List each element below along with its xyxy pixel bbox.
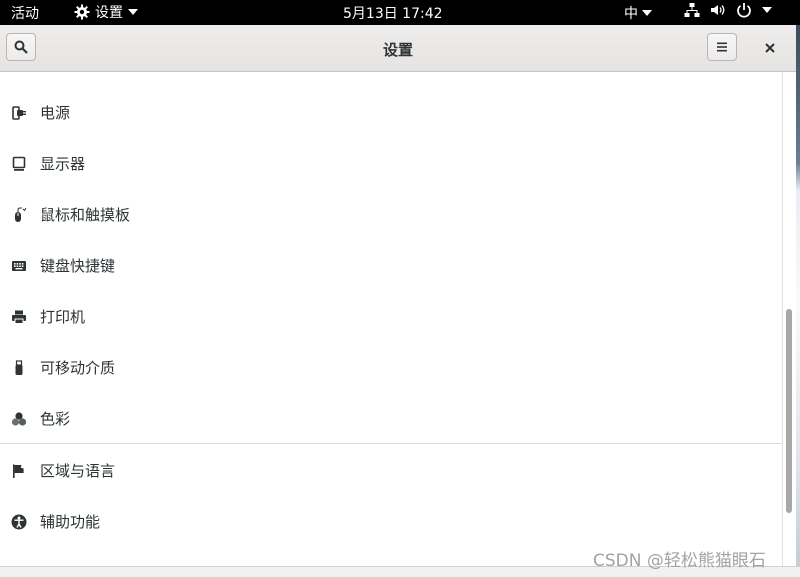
section-divider — [0, 443, 782, 444]
sidebar-item-printers[interactable]: 打印机 — [0, 291, 782, 342]
top-bar: 活动 设置 5月13日 17:42 中 — [0, 0, 800, 25]
close-icon — [765, 43, 775, 53]
sidebar-item-label: 打印机 — [40, 308, 86, 326]
clock[interactable]: 5月13日 17:42 — [343, 3, 443, 23]
volume-icon — [711, 5, 725, 15]
window-title: 设置 — [382, 41, 413, 59]
keyboard-icon — [11, 258, 27, 274]
sidebar-item-displays[interactable]: 显示器 — [0, 138, 782, 189]
chevron-down-icon — [642, 10, 652, 16]
sidebar-item-mouse-touchpad[interactable]: 鼠标和触摸板 — [0, 189, 782, 240]
accessibility-icon — [11, 514, 27, 530]
sidebar-item-label: 鼠标和触摸板 — [40, 206, 131, 224]
chevron-down-icon — [128, 9, 138, 15]
desktop-background-edge — [796, 25, 800, 576]
sidebar-item-label: 电源 — [40, 104, 71, 122]
sidebar-item-label: 辅助功能 — [40, 513, 101, 531]
sidebar-item-removable-media[interactable]: 可移动介质 — [0, 342, 782, 393]
sidebar-item-label: 区域与语言 — [40, 462, 116, 480]
flag-icon — [11, 463, 27, 479]
header-bar: 设置 — [0, 25, 796, 72]
system-status-menu[interactable] — [684, 2, 772, 18]
mouse-icon — [11, 207, 27, 223]
sidebar-item-color[interactable]: 色彩 — [0, 393, 782, 444]
input-method-button[interactable]: 中 — [624, 3, 652, 23]
sidebar-item-region-language[interactable]: 区域与语言 — [0, 445, 782, 496]
input-method-label: 中 — [624, 6, 638, 22]
sidebar-item-power[interactable]: 电源 — [0, 87, 782, 138]
sidebar-item-label: 色彩 — [40, 410, 71, 428]
settings-window: 设置 电源 显示器 鼠标和触摸板 键盘快捷键 打印机 可移动介质 色彩 区域与语… — [0, 25, 796, 576]
settings-sidebar-list: 电源 显示器 鼠标和触摸板 键盘快捷键 打印机 可移动介质 色彩 区域与语言 辅… — [0, 72, 782, 576]
activities-button[interactable]: 活动 — [11, 3, 39, 23]
menu-button[interactable] — [707, 33, 737, 61]
network-wired-icon — [684, 3, 700, 17]
sidebar-item-label: 可移动介质 — [40, 359, 116, 377]
power-plug-icon — [11, 105, 27, 121]
sidebar-item-label: 显示器 — [40, 155, 86, 173]
sidebar-item-keyboard-shortcuts[interactable]: 键盘快捷键 — [0, 240, 782, 291]
sidebar-item-label: 键盘快捷键 — [40, 257, 116, 275]
printer-icon — [11, 309, 27, 325]
watermark: CSDN @轻松熊猫眼石 — [593, 551, 766, 571]
close-button[interactable] — [760, 38, 780, 58]
scrollbar-thumb[interactable] — [786, 309, 792, 513]
power-icon — [737, 3, 751, 18]
app-menu-label: 设置 — [95, 5, 123, 21]
hamburger-menu-icon — [717, 42, 727, 52]
gear-icon — [74, 4, 90, 20]
color-circles-icon — [11, 411, 27, 427]
sidebar-item-accessibility[interactable]: 辅助功能 — [0, 496, 782, 547]
display-icon — [11, 156, 27, 172]
chevron-down-icon — [762, 7, 772, 13]
usb-drive-icon — [11, 359, 27, 376]
app-menu-button[interactable]: 设置 — [74, 2, 138, 22]
